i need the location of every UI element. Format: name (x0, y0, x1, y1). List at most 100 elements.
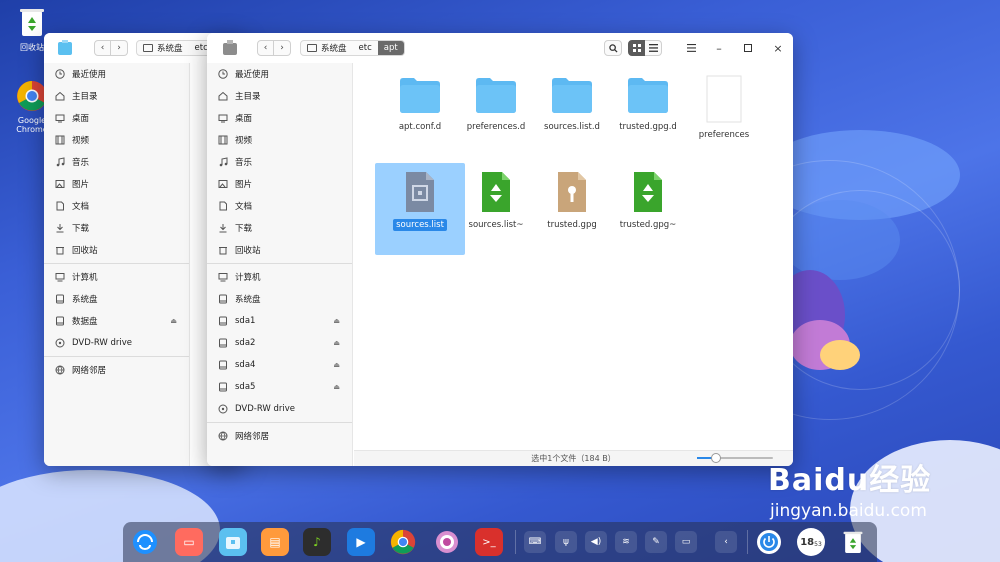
breadcrumb-item[interactable]: etc (353, 41, 378, 55)
list-view-button[interactable] (645, 40, 662, 56)
computer-icon (54, 271, 66, 283)
zoom-slider-handle[interactable] (711, 453, 721, 463)
tray-pen[interactable]: ✎ (645, 531, 667, 553)
sidebar-item-item-2[interactable]: 桌面 (207, 107, 352, 129)
dock-chrome[interactable] (389, 528, 417, 556)
sidebar-item-sda4[interactable]: sda4 ⏏ (207, 354, 352, 376)
back-button[interactable]: ‹ (94, 40, 111, 56)
sidebar-item-item-16[interactable]: 网络邻居 (207, 425, 352, 447)
dock-clock[interactable]: 18 53 (797, 528, 825, 556)
dock-terminal[interactable]: >_ (475, 528, 503, 556)
menu-button[interactable] (684, 41, 698, 55)
eject-icon[interactable]: ⏏ (333, 383, 340, 391)
sidebar-item-label: 文档 (235, 202, 253, 212)
sidebar-item-item-8[interactable]: 回收站 (44, 239, 189, 261)
sidebar-item-item-0[interactable]: 最近使用 (207, 63, 352, 85)
sidebar-item-item-3[interactable]: 视频 (44, 129, 189, 151)
file-manager-icon (226, 537, 240, 549)
sidebar-item-item-6[interactable]: 文档 (207, 195, 352, 217)
sidebar-item-item-10[interactable]: 系统盘 (44, 288, 189, 310)
file-name: preferences.d (466, 122, 526, 132)
sidebar-item-item-6[interactable]: 文档 (44, 195, 189, 217)
icon-view-button[interactable] (628, 40, 645, 56)
document-icon (217, 200, 229, 212)
view-mode-toggle (628, 40, 662, 56)
recycle-file-icon (482, 172, 510, 212)
search-button[interactable] (604, 40, 622, 56)
file-item-preferences[interactable]: preferences (679, 67, 769, 141)
sidebar-item-item-13[interactable]: 网络邻居 (44, 359, 189, 381)
sidebar-item-sda1[interactable]: sda1 ⏏ (207, 310, 352, 332)
sidebar-item-sda2[interactable]: sda2 ⏏ (207, 332, 352, 354)
minimize-button[interactable]: – (712, 41, 726, 55)
dock-power-button[interactable] (755, 528, 783, 556)
folder-icon (628, 78, 668, 113)
terminal-icon: >_ (482, 536, 496, 548)
sidebar-item-sda5[interactable]: sda5 ⏏ (207, 376, 352, 398)
sidebar-item-item-4[interactable]: 音乐 (44, 151, 189, 173)
maximize-button[interactable] (741, 41, 755, 55)
dock-file-manager[interactable] (219, 528, 247, 556)
sidebar-item-item-7[interactable]: 下载 (207, 217, 352, 239)
sidebar-item-item-10[interactable]: 系统盘 (207, 288, 352, 310)
eject-icon[interactable]: ⏏ (170, 317, 177, 325)
key-file-icon (558, 172, 586, 212)
dock-screen-recorder[interactable]: ▭ (175, 528, 203, 556)
dock-music-player[interactable]: ♪ (303, 528, 331, 556)
breadcrumb-label: 系统盘 (157, 44, 183, 54)
zoom-slider[interactable] (697, 453, 773, 463)
baidu-watermark: Baidu经验 jingyan.baidu.com (768, 455, 931, 521)
sidebar-item-item-9[interactable]: 计算机 (207, 266, 352, 288)
eject-icon[interactable]: ⏏ (333, 339, 340, 347)
forward-button[interactable]: › (111, 40, 128, 56)
desktop-icon (54, 112, 66, 124)
sidebar-item-item-1[interactable]: 主目录 (207, 85, 352, 107)
titlebar[interactable]: ‹ › 系统盘 etc apt – × (207, 33, 793, 63)
file-item-trusted-gpg[interactable]: trusted.gpg~ (603, 163, 693, 231)
sidebar: 最近使用主目录 桌面 视频 音乐 图片 文档 下载 回收站计算机 系统盘 数据盘 ⏏ DVD-RW d… (44, 63, 190, 466)
nav-buttons: ‹ › (94, 40, 128, 56)
sidebar-item-item-8[interactable]: 回收站 (207, 239, 352, 261)
dock-video-player[interactable]: ▶ (347, 528, 375, 556)
tray-keyboard[interactable]: ⌨ (524, 531, 546, 553)
tray-wifi[interactable]: ≋ (615, 531, 637, 553)
battery-icon: ▭ (681, 537, 691, 547)
sidebar-item-item-11[interactable]: 数据盘 ⏏ (44, 310, 189, 332)
dock-trash[interactable] (839, 528, 867, 556)
close-button[interactable]: × (771, 41, 785, 55)
tray-collapse-button[interactable]: ‹ (715, 531, 737, 553)
forward-button[interactable]: › (274, 40, 291, 56)
breadcrumb-item[interactable]: 系统盘 (137, 41, 189, 55)
sidebar-item-item-4[interactable]: 音乐 (207, 151, 352, 173)
sidebar-item-item-1[interactable]: 主目录 (44, 85, 189, 107)
eject-icon[interactable]: ⏏ (333, 317, 340, 325)
sidebar-item-item-9[interactable]: 计算机 (44, 266, 189, 288)
sidebar-item-item-5[interactable]: 图片 (44, 173, 189, 195)
sidebar-item-item-2[interactable]: 桌面 (44, 107, 189, 129)
tray-battery[interactable]: ▭ (675, 531, 697, 553)
file-grid[interactable]: apt.conf.d preferences.d sources.list.d tru… (354, 63, 793, 450)
sidebar-item-item-0[interactable]: 最近使用 (44, 63, 189, 85)
download-icon (217, 222, 229, 234)
breadcrumb-item-current[interactable]: apt (377, 41, 404, 55)
dock-settings[interactable] (433, 528, 461, 556)
sidebar-separator (207, 263, 352, 264)
sidebar-item-item-5[interactable]: 图片 (207, 173, 352, 195)
back-button[interactable]: ‹ (257, 40, 274, 56)
dock-launcher[interactable] (131, 528, 159, 556)
file-manager-window[interactable]: ‹ › 系统盘 etc apt – × 最近使用 主目录 桌面 视频 音乐 图片 文档 下载回 (207, 33, 793, 466)
eject-icon[interactable]: ⏏ (333, 361, 340, 369)
breadcrumb-item[interactable]: 系统盘 (301, 41, 353, 55)
music-icon (217, 156, 229, 168)
drive-icon (217, 293, 229, 305)
tray-volume[interactable]: ◀) (585, 531, 607, 553)
tray-usb[interactable]: ψ (555, 531, 577, 553)
dock-app-store[interactable]: ▤ (261, 528, 289, 556)
blank-file-icon (706, 75, 742, 123)
sidebar-item-label: 最近使用 (72, 70, 107, 80)
sidebar-item-item-7[interactable]: 下载 (44, 217, 189, 239)
recorder-icon: ▭ (183, 535, 195, 549)
sidebar-item-dvd-rw-drive[interactable]: DVD-RW drive (207, 398, 352, 420)
sidebar-item-item-3[interactable]: 视频 (207, 129, 352, 151)
sidebar-item-dvd-rw-drive[interactable]: DVD-RW drive (44, 332, 189, 354)
